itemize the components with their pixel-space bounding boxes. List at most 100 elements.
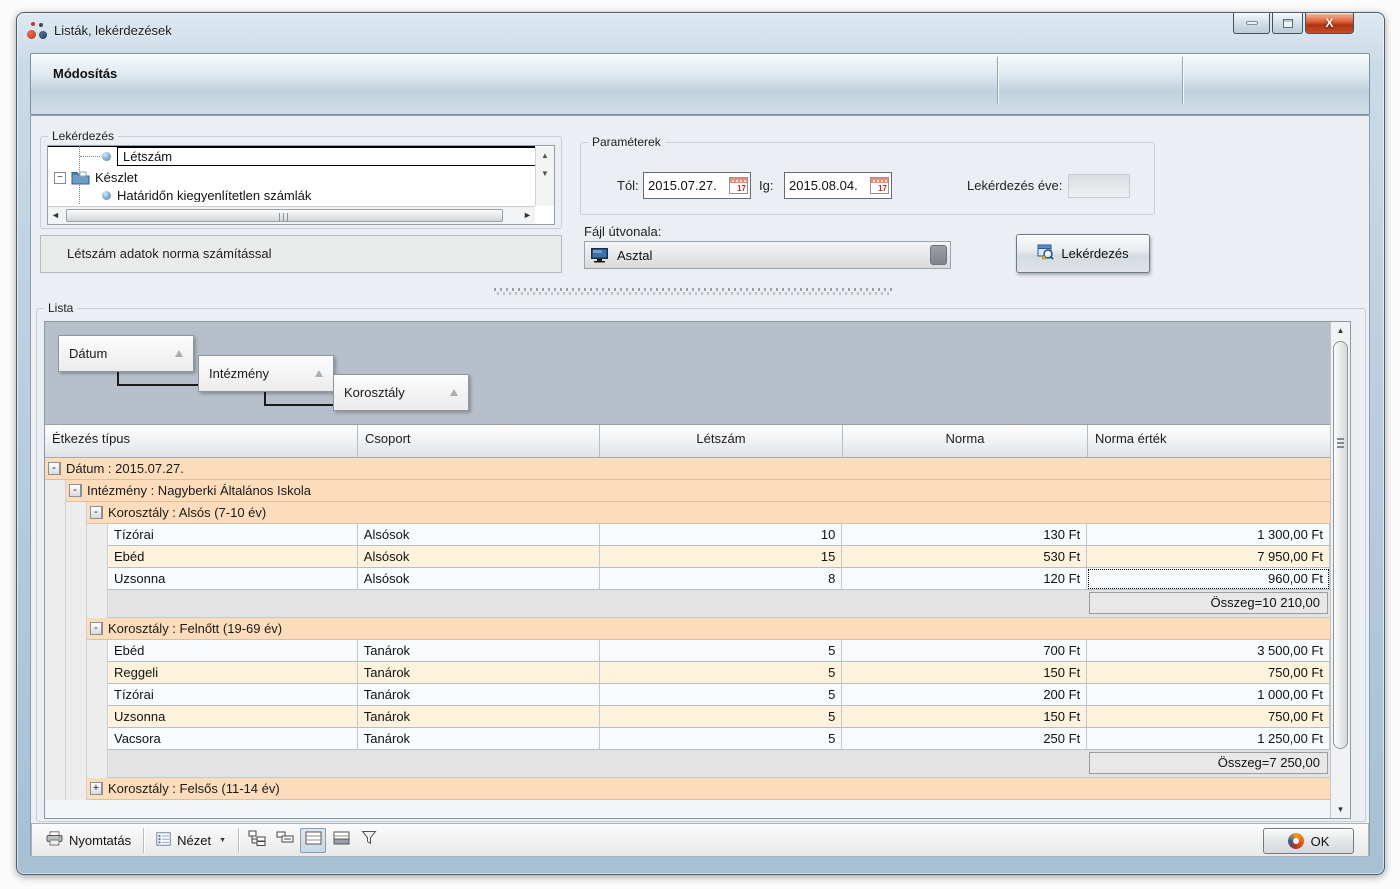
- collapse-box[interactable]: -: [90, 506, 103, 519]
- close-button[interactable]: X: [1305, 13, 1354, 34]
- table-cell[interactable]: 5: [600, 640, 843, 662]
- group-row[interactable]: -Korosztály : Felnőtt (19-69 év): [45, 618, 1330, 640]
- row-fixed-height-button[interactable]: [328, 828, 354, 853]
- table-cell[interactable]: 7 950,00 Ft: [1087, 546, 1330, 568]
- calendar-icon[interactable]: 17: [870, 177, 889, 194]
- table-cell[interactable]: Alsósok: [358, 568, 600, 590]
- table-row[interactable]: EbédAlsósok15530 Ft7 950,00 Ft: [45, 546, 1330, 568]
- scrollbar-thumb[interactable]: [1333, 341, 1348, 749]
- table-cell[interactable]: Ebéd: [108, 546, 358, 568]
- group-summary-row[interactable]: Összeg=7 250,00: [45, 750, 1330, 778]
- table-cell[interactable]: Alsósok: [358, 524, 600, 546]
- row-auto-height-button[interactable]: [300, 828, 326, 853]
- table-cell[interactable]: 15: [600, 546, 843, 568]
- group-by-korosztaly[interactable]: Korosztály: [333, 374, 469, 411]
- scroll-right-icon[interactable]: ►: [520, 207, 535, 224]
- table-cell[interactable]: 10: [600, 524, 843, 546]
- table-cell[interactable]: Tízórai: [108, 524, 358, 546]
- table-cell[interactable]: Tízórai: [108, 684, 358, 706]
- table-cell[interactable]: Tanárok: [358, 640, 600, 662]
- tree-vertical-scroll[interactable]: ▲ ▼: [535, 147, 554, 206]
- title-bar[interactable]: Listák, lekérdezések X: [17, 13, 1384, 53]
- table-cell[interactable]: Tanárok: [358, 728, 600, 750]
- splitter-handle[interactable]: [494, 288, 892, 295]
- maximize-button[interactable]: [1272, 13, 1303, 34]
- table-cell[interactable]: Vacsora: [108, 728, 358, 750]
- table-cell[interactable]: 250 Ft: [842, 728, 1087, 750]
- group-by-panel[interactable]: Dátum Intézmény Korosztály: [45, 322, 1330, 425]
- tree-item-keszlet[interactable]: − Készlet: [48, 167, 554, 188]
- table-cell[interactable]: Tanárok: [358, 662, 600, 684]
- column-header-norma-ertek[interactable]: Norma érték: [1088, 425, 1330, 457]
- tree-horizontal-scrollbar[interactable]: ◄ ►: [48, 206, 535, 224]
- query-tree[interactable]: Létszám − Készlet Határidőn kiegyenlítet…: [47, 145, 555, 225]
- grid-vertical-scrollbar[interactable]: ▲ ▼: [1330, 322, 1350, 818]
- table-cell[interactable]: 120 Ft: [842, 568, 1087, 590]
- table-row[interactable]: TízóraiTanárok5200 Ft1 000,00 Ft: [45, 684, 1330, 706]
- table-cell[interactable]: 150 Ft: [842, 662, 1087, 684]
- column-header-csoport[interactable]: Csoport: [358, 425, 600, 457]
- table-cell[interactable]: 1 300,00 Ft: [1087, 524, 1330, 546]
- table-row[interactable]: UzsonnaAlsósok8120 Ft960,00 Ft: [45, 568, 1330, 590]
- to-date-field[interactable]: 2015.08.04. 17: [784, 172, 892, 199]
- scroll-down-icon[interactable]: ▼: [536, 165, 554, 183]
- tree-item-label[interactable]: Határidőn kiegyenlítetlen számlák: [117, 188, 311, 202]
- table-cell[interactable]: 1 000,00 Ft: [1087, 684, 1330, 706]
- view-dropdown-button[interactable]: Nézet ▼: [148, 829, 234, 852]
- table-row[interactable]: UzsonnaTanárok5150 Ft750,00 Ft: [45, 706, 1330, 728]
- table-row[interactable]: VacsoraTanárok5250 Ft1 250,00 Ft: [45, 728, 1330, 750]
- scroll-down-icon[interactable]: ▼: [1331, 801, 1350, 818]
- group-row[interactable]: -Korosztály : Alsós (7-10 év): [45, 502, 1330, 524]
- table-row[interactable]: EbédTanárok5700 Ft3 500,00 Ft: [45, 640, 1330, 662]
- group-summary-row[interactable]: Összeg=10 210,00: [45, 590, 1330, 618]
- table-cell[interactable]: 5: [600, 684, 843, 706]
- group-row[interactable]: -Dátum : 2015.07.27.: [45, 458, 1330, 480]
- expand-box[interactable]: +: [90, 782, 103, 795]
- table-cell[interactable]: Uzsonna: [108, 568, 358, 590]
- table-cell[interactable]: 530 Ft: [842, 546, 1087, 568]
- collapse-groups-button[interactable]: [272, 828, 298, 853]
- table-cell[interactable]: 750,00 Ft: [1087, 706, 1330, 728]
- browse-icon[interactable]: [930, 245, 947, 265]
- print-button[interactable]: Nyomtatás: [38, 828, 139, 852]
- table-cell[interactable]: Ebéd: [108, 640, 358, 662]
- table-row[interactable]: TízóraiAlsósok10130 Ft1 300,00 Ft: [45, 524, 1330, 546]
- column-header-etkezes-tipus[interactable]: Étkezés típus: [45, 425, 358, 457]
- table-cell[interactable]: 5: [600, 662, 843, 684]
- ribbon-tab-modositas[interactable]: Módosítás: [53, 66, 117, 81]
- calendar-icon[interactable]: 17: [729, 177, 748, 194]
- scroll-up-icon[interactable]: ▲: [1331, 322, 1350, 339]
- collapse-box[interactable]: -: [69, 484, 82, 497]
- column-header-norma[interactable]: Norma: [843, 425, 1088, 457]
- collapse-box[interactable]: −: [54, 172, 66, 184]
- scroll-up-icon[interactable]: ▲: [536, 147, 554, 165]
- collapse-box[interactable]: -: [48, 462, 61, 475]
- minimize-button[interactable]: [1233, 13, 1270, 34]
- table-cell[interactable]: 1 250,00 Ft: [1087, 728, 1330, 750]
- table-cell[interactable]: 700 Ft: [842, 640, 1087, 662]
- table-cell[interactable]: 5: [600, 728, 843, 750]
- column-header-letszam[interactable]: Létszám: [600, 425, 843, 457]
- table-cell[interactable]: Uzsonna: [108, 706, 358, 728]
- scrollbar-thumb[interactable]: [66, 209, 503, 222]
- group-by-intezmeny[interactable]: Intézmény: [198, 355, 334, 392]
- scroll-left-icon[interactable]: ◄: [48, 207, 63, 224]
- table-cell[interactable]: 750,00 Ft: [1087, 662, 1330, 684]
- tree-item-label-selected[interactable]: Létszám: [117, 147, 553, 166]
- from-date-field[interactable]: 2015.07.27. 17: [643, 172, 751, 199]
- table-cell[interactable]: 960,00 Ft: [1087, 568, 1330, 590]
- table-cell[interactable]: 8: [600, 568, 843, 590]
- group-row[interactable]: +Korosztály : Felsős (11-14 év): [45, 778, 1330, 800]
- ok-button[interactable]: OK: [1263, 828, 1354, 854]
- table-cell[interactable]: 150 Ft: [842, 706, 1087, 728]
- table-cell[interactable]: Tanárok: [358, 684, 600, 706]
- group-by-datum[interactable]: Dátum: [58, 335, 194, 372]
- tree-item-hataridon[interactable]: Határidőn kiegyenlítetlen számlák: [48, 188, 554, 202]
- from-date-value[interactable]: 2015.07.27.: [648, 178, 717, 193]
- table-cell[interactable]: Reggeli: [108, 662, 358, 684]
- collapse-box[interactable]: -: [90, 622, 103, 635]
- to-date-value[interactable]: 2015.08.04.: [789, 178, 858, 193]
- table-cell[interactable]: 5: [600, 706, 843, 728]
- table-cell[interactable]: 3 500,00 Ft: [1087, 640, 1330, 662]
- table-cell[interactable]: 200 Ft: [842, 684, 1087, 706]
